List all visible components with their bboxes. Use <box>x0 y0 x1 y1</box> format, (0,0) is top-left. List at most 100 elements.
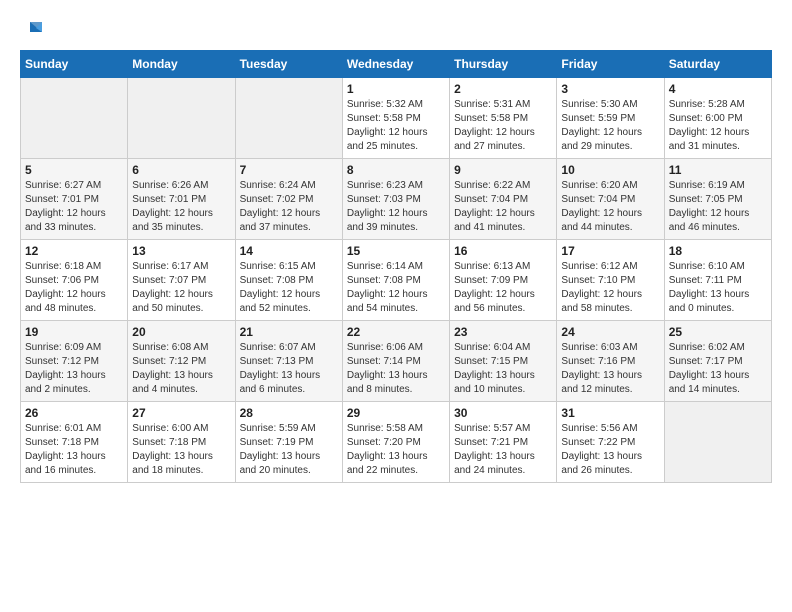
day-info: Sunrise: 6:22 AM Sunset: 7:04 PM Dayligh… <box>454 179 552 235</box>
day-header-friday: Friday <box>557 51 664 78</box>
week-row-4: 19Sunrise: 6:09 AM Sunset: 7:12 PM Dayli… <box>21 321 772 402</box>
day-number: 18 <box>669 244 767 258</box>
day-info: Sunrise: 6:23 AM Sunset: 7:03 PM Dayligh… <box>347 179 445 235</box>
calendar-cell: 29 Sunrise: 5:58 AM Sunset: 7:20 PM Dayli… <box>342 402 449 483</box>
calendar-cell <box>235 78 342 159</box>
calendar-cell: 2 Sunrise: 5:31 AM Sunset: 5:58 PM Daylig… <box>450 78 557 159</box>
day-number: 19 <box>25 325 123 339</box>
day-info: Sunrise: 5:58 AM Sunset: 7:20 PM Dayligh… <box>347 422 445 478</box>
calendar-cell: 28 Sunrise: 5:59 AM Sunset: 7:19 PM Dayli… <box>235 402 342 483</box>
day-number: 14 <box>240 244 338 258</box>
week-row-2: 5Sunrise: 6:27 AM Sunset: 7:01 PM Daylig… <box>21 159 772 240</box>
day-info: Sunrise: 6:20 AM Sunset: 7:04 PM Dayligh… <box>561 179 659 235</box>
day-info: Sunrise: 6:08 AM Sunset: 7:12 PM Dayligh… <box>132 341 230 397</box>
day-number: 28 <box>240 406 338 420</box>
calendar-cell: 19Sunrise: 6:09 AM Sunset: 7:12 PM Dayli… <box>21 321 128 402</box>
calendar-cell: 6 Sunrise: 6:26 AM Sunset: 7:01 PM Daylig… <box>128 159 235 240</box>
day-info: Sunrise: 5:30 AM Sunset: 5:59 PM Dayligh… <box>561 98 659 154</box>
day-info: Sunrise: 6:02 AM Sunset: 7:17 PM Dayligh… <box>669 341 767 397</box>
week-row-5: 26Sunrise: 6:01 AM Sunset: 7:18 PM Dayli… <box>21 402 772 483</box>
day-number: 24 <box>561 325 659 339</box>
day-number: 1 <box>347 82 445 96</box>
calendar-cell: 15 Sunrise: 6:14 AM Sunset: 7:08 PM Dayli… <box>342 240 449 321</box>
day-header-thursday: Thursday <box>450 51 557 78</box>
day-number: 17 <box>561 244 659 258</box>
day-info: Sunrise: 6:24 AM Sunset: 7:02 PM Dayligh… <box>240 179 338 235</box>
day-number: 31 <box>561 406 659 420</box>
day-number: 12 <box>25 244 123 258</box>
page-header <box>20 20 772 40</box>
day-info: Sunrise: 5:59 AM Sunset: 7:19 PM Dayligh… <box>240 422 338 478</box>
day-info: Sunrise: 6:19 AM Sunset: 7:05 PM Dayligh… <box>669 179 767 235</box>
calendar-cell: 24 Sunrise: 6:03 AM Sunset: 7:16 PM Dayli… <box>557 321 664 402</box>
calendar-cell: 1 Sunrise: 5:32 AM Sunset: 5:58 PM Daylig… <box>342 78 449 159</box>
day-info: Sunrise: 5:32 AM Sunset: 5:58 PM Dayligh… <box>347 98 445 154</box>
week-row-3: 12 Sunrise: 6:18 AM Sunset: 7:06 PM Dayli… <box>21 240 772 321</box>
calendar-cell: 21 Sunrise: 6:07 AM Sunset: 7:13 PM Dayli… <box>235 321 342 402</box>
day-number: 27 <box>132 406 230 420</box>
day-number: 15 <box>347 244 445 258</box>
calendar-cell: 26Sunrise: 6:01 AM Sunset: 7:18 PM Dayli… <box>21 402 128 483</box>
day-info: Sunrise: 5:31 AM Sunset: 5:58 PM Dayligh… <box>454 98 552 154</box>
calendar-cell: 14 Sunrise: 6:15 AM Sunset: 7:08 PM Dayli… <box>235 240 342 321</box>
day-info: Sunrise: 6:10 AM Sunset: 7:11 PM Dayligh… <box>669 260 767 316</box>
day-number: 5 <box>25 163 123 177</box>
calendar-cell: 9 Sunrise: 6:22 AM Sunset: 7:04 PM Daylig… <box>450 159 557 240</box>
calendar-cell <box>664 402 771 483</box>
calendar-cell <box>21 78 128 159</box>
day-header-wednesday: Wednesday <box>342 51 449 78</box>
day-number: 20 <box>132 325 230 339</box>
day-info: Sunrise: 5:56 AM Sunset: 7:22 PM Dayligh… <box>561 422 659 478</box>
logo-icon <box>22 18 44 40</box>
calendar-cell: 12 Sunrise: 6:18 AM Sunset: 7:06 PM Dayli… <box>21 240 128 321</box>
day-number: 8 <box>347 163 445 177</box>
calendar-cell: 31 Sunrise: 5:56 AM Sunset: 7:22 PM Dayli… <box>557 402 664 483</box>
calendar-cell: 3Sunrise: 5:30 AM Sunset: 5:59 PM Daylig… <box>557 78 664 159</box>
day-info: Sunrise: 6:13 AM Sunset: 7:09 PM Dayligh… <box>454 260 552 316</box>
day-number: 16 <box>454 244 552 258</box>
day-info: Sunrise: 6:15 AM Sunset: 7:08 PM Dayligh… <box>240 260 338 316</box>
day-info: Sunrise: 5:57 AM Sunset: 7:21 PM Dayligh… <box>454 422 552 478</box>
day-info: Sunrise: 6:26 AM Sunset: 7:01 PM Dayligh… <box>132 179 230 235</box>
day-header-saturday: Saturday <box>664 51 771 78</box>
day-number: 29 <box>347 406 445 420</box>
logo <box>20 20 44 40</box>
day-header-monday: Monday <box>128 51 235 78</box>
day-info: Sunrise: 6:07 AM Sunset: 7:13 PM Dayligh… <box>240 341 338 397</box>
calendar-cell: 11 Sunrise: 6:19 AM Sunset: 7:05 PM Dayli… <box>664 159 771 240</box>
calendar-cell: 17 Sunrise: 6:12 AM Sunset: 7:10 PM Dayli… <box>557 240 664 321</box>
calendar-cell: 18 Sunrise: 6:10 AM Sunset: 7:11 PM Dayli… <box>664 240 771 321</box>
calendar-cell: 4 Sunrise: 5:28 AM Sunset: 6:00 PM Daylig… <box>664 78 771 159</box>
day-info: Sunrise: 5:28 AM Sunset: 6:00 PM Dayligh… <box>669 98 767 154</box>
logo-general <box>20 20 44 40</box>
calendar: SundayMondayTuesdayWednesdayThursdayFrid… <box>20 50 772 483</box>
day-info: Sunrise: 6:06 AM Sunset: 7:14 PM Dayligh… <box>347 341 445 397</box>
day-info: Sunrise: 6:14 AM Sunset: 7:08 PM Dayligh… <box>347 260 445 316</box>
day-number: 7 <box>240 163 338 177</box>
day-number: 30 <box>454 406 552 420</box>
calendar-cell: 23Sunrise: 6:04 AM Sunset: 7:15 PM Dayli… <box>450 321 557 402</box>
calendar-cell: 5Sunrise: 6:27 AM Sunset: 7:01 PM Daylig… <box>21 159 128 240</box>
calendar-cell <box>128 78 235 159</box>
day-number: 6 <box>132 163 230 177</box>
logo-text <box>20 20 44 40</box>
day-number: 2 <box>454 82 552 96</box>
day-number: 23 <box>454 325 552 339</box>
day-number: 13 <box>132 244 230 258</box>
day-number: 25 <box>669 325 767 339</box>
day-info: Sunrise: 6:18 AM Sunset: 7:06 PM Dayligh… <box>25 260 123 316</box>
day-number: 9 <box>454 163 552 177</box>
calendar-cell: 13Sunrise: 6:17 AM Sunset: 7:07 PM Dayli… <box>128 240 235 321</box>
calendar-cell: 7 Sunrise: 6:24 AM Sunset: 7:02 PM Daylig… <box>235 159 342 240</box>
day-number: 26 <box>25 406 123 420</box>
day-number: 21 <box>240 325 338 339</box>
day-number: 22 <box>347 325 445 339</box>
calendar-header-row: SundayMondayTuesdayWednesdayThursdayFrid… <box>21 51 772 78</box>
day-info: Sunrise: 6:03 AM Sunset: 7:16 PM Dayligh… <box>561 341 659 397</box>
day-info: Sunrise: 6:12 AM Sunset: 7:10 PM Dayligh… <box>561 260 659 316</box>
day-number: 11 <box>669 163 767 177</box>
day-number: 4 <box>669 82 767 96</box>
calendar-cell: 25 Sunrise: 6:02 AM Sunset: 7:17 PM Dayli… <box>664 321 771 402</box>
calendar-cell: 10Sunrise: 6:20 AM Sunset: 7:04 PM Dayli… <box>557 159 664 240</box>
calendar-cell: 8 Sunrise: 6:23 AM Sunset: 7:03 PM Daylig… <box>342 159 449 240</box>
